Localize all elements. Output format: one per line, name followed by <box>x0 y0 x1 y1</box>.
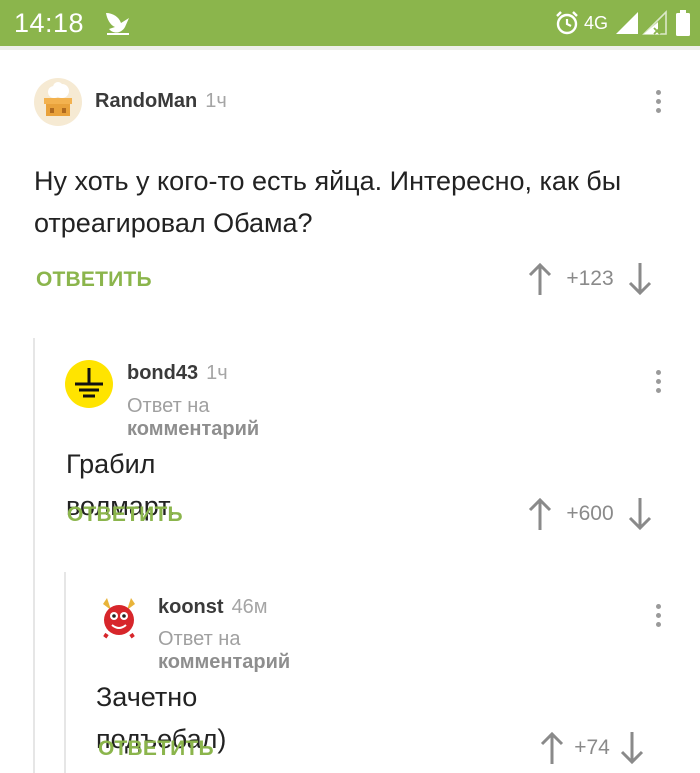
author-name[interactable]: bond43 <box>127 362 198 384</box>
app-bird-icon <box>103 9 133 37</box>
comment-author[interactable]: koonst 46м <box>158 596 268 619</box>
divider <box>0 46 700 50</box>
reply-button[interactable]: ОТВЕТИТЬ <box>98 737 214 761</box>
reply-to-line: Ответ на комментарий <box>158 628 290 674</box>
vote-controls: +74 <box>538 731 646 765</box>
more-vert-icon[interactable] <box>648 88 668 118</box>
author-name[interactable]: RandoMan <box>95 90 197 112</box>
avatar[interactable] <box>34 78 82 126</box>
thread-line <box>33 338 35 773</box>
arrow-down-icon[interactable] <box>626 497 654 531</box>
status-bar: 14:18 4G <box>0 0 700 46</box>
status-time: 14:18 <box>14 8 85 38</box>
vote-score: +123 <box>566 267 614 290</box>
vote-score: +600 <box>566 502 614 525</box>
more-vert-icon[interactable] <box>648 602 668 632</box>
signal-icon <box>614 10 668 36</box>
avatar[interactable] <box>65 360 113 408</box>
arrow-up-icon[interactable] <box>526 497 554 531</box>
vote-score: +74 <box>574 736 610 759</box>
reply-button[interactable]: ОТВЕТИТЬ <box>67 503 183 527</box>
comment-text: Ну хоть у кого-то есть яйца. Интересно, … <box>34 166 622 238</box>
comment-author[interactable]: bond43 1ч <box>127 362 228 385</box>
arrow-up-icon[interactable] <box>526 262 554 296</box>
author-name[interactable]: koonst <box>158 596 224 618</box>
arrow-down-icon[interactable] <box>626 262 654 296</box>
comment-age: 1ч <box>206 362 228 384</box>
vote-controls: +123 <box>526 262 654 296</box>
arrow-up-icon[interactable] <box>538 731 566 765</box>
battery-icon <box>676 10 690 36</box>
reply-to-line: Ответ на комментарий <box>127 395 259 441</box>
alarm-icon <box>554 10 580 36</box>
comment-author[interactable]: RandoMan 1ч <box>95 90 227 113</box>
arrow-down-icon[interactable] <box>618 731 646 765</box>
reply-to-prefix: Ответ на <box>127 395 210 417</box>
thread-line <box>64 572 66 773</box>
comment-age: 1ч <box>205 90 227 112</box>
reply-to-link[interactable]: комментарий <box>158 651 290 673</box>
comment-age: 46м <box>231 596 268 618</box>
avatar[interactable] <box>95 594 143 642</box>
network-type: 4G <box>583 12 608 33</box>
reply-to-link[interactable]: комментарий <box>127 418 259 440</box>
reply-button[interactable]: ОТВЕТИТЬ <box>36 268 152 292</box>
reply-to-prefix: Ответ на <box>158 628 241 650</box>
vote-controls: +600 <box>526 497 654 531</box>
more-vert-icon[interactable] <box>648 368 668 398</box>
